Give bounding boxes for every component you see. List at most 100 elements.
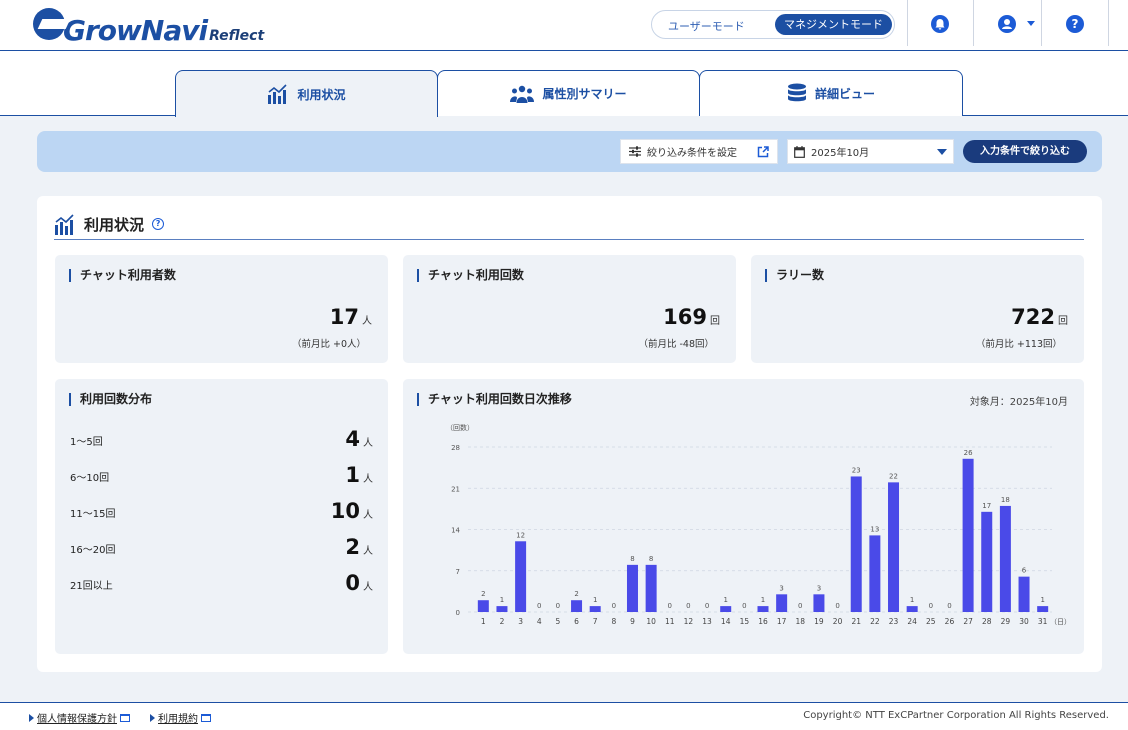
bar <box>496 606 508 612</box>
bar <box>720 606 732 612</box>
data-label: 1 <box>761 596 765 604</box>
daily-chat-chart-panel: チャット利用回数日次推移 対象月：2025年10月 （回数） 0 7 14 21 28 2 1… <box>403 379 1084 654</box>
x-tick-label: 16 <box>758 617 768 626</box>
x-tick-label: 23 <box>889 617 899 626</box>
data-label: 8 <box>630 555 634 563</box>
data-label: 8 <box>649 555 653 563</box>
header-divider <box>907 0 908 46</box>
section-header: 利用状況 ? <box>54 213 165 235</box>
help-icon[interactable]: ? <box>1066 15 1084 33</box>
data-label: 0 <box>835 602 839 610</box>
y-tick-label: 7 <box>456 568 460 576</box>
stat-comparison: （前月比 -48回） <box>638 339 714 350</box>
stat-comparison: （前月比 +0人） <box>291 339 366 350</box>
arrow-right-icon <box>29 713 34 722</box>
stat-comparison: （前月比 +113回） <box>975 339 1062 350</box>
bar <box>888 482 900 612</box>
stat-value: 169 回 <box>663 305 720 329</box>
privacy-policy-link[interactable]: 個人情報保護方針 <box>29 710 130 725</box>
apply-filter-button[interactable]: 入力条件で絞り込む <box>963 140 1087 163</box>
chart-icon <box>55 214 74 235</box>
external-link-icon <box>757 145 769 157</box>
users-icon <box>510 85 535 103</box>
usage-card: 利用状況 ? チャット利用者数 17 人 （前月比 +0人） チャット利用回数 … <box>37 196 1102 672</box>
distribution-row: 6〜10回 1人 <box>70 463 373 487</box>
y-axis-label: （回数） <box>446 423 474 432</box>
user-mode-button[interactable]: ユーザーモード <box>668 18 745 34</box>
month-select-value: 2025年10月 <box>811 148 870 159</box>
data-label: 13 <box>870 525 879 533</box>
sliders-icon <box>629 146 641 157</box>
x-tick-label: 24 <box>907 617 917 626</box>
data-label: 0 <box>705 602 709 610</box>
grownavi-logo[interactable]: GrowNavi Reflect <box>33 8 264 47</box>
data-label: 26 <box>964 449 973 457</box>
x-tick-label: 30 <box>1019 617 1029 626</box>
stat-value: 722 回 <box>1011 305 1068 329</box>
bar <box>589 606 601 612</box>
bar <box>999 505 1011 612</box>
tab-usage[interactable]: 利用状況 <box>175 70 438 117</box>
management-mode-button[interactable]: マネジメントモード <box>775 14 892 35</box>
page-title: 利用状況 <box>84 215 145 234</box>
bell-icon[interactable] <box>931 15 949 33</box>
daily-usage-bar-chart: （回数）071421282112123040526170889810011012… <box>446 423 1071 626</box>
filter-bar: 絞り込み条件を設定 2025年10月 入力条件で絞り込む <box>37 131 1102 172</box>
data-label: 18 <box>1001 496 1010 504</box>
copyright-text: Copyright© NTT ExCPartner Corporation Al… <box>803 710 1109 721</box>
x-tick-label: 17 <box>777 617 787 626</box>
external-window-icon <box>201 713 211 722</box>
x-tick-label: 13 <box>702 617 712 626</box>
data-label: 1 <box>910 596 914 604</box>
x-tick-label: 27 <box>963 617 973 626</box>
x-tick-label: 8 <box>611 617 616 626</box>
data-label: 0 <box>947 602 951 610</box>
data-label: 0 <box>686 602 690 610</box>
tab-attribute-summary[interactable]: 属性別サマリー <box>437 70 700 116</box>
bar <box>906 606 918 612</box>
x-tick-label: 26 <box>945 617 955 626</box>
arrow-right-icon <box>150 713 155 722</box>
data-label: 0 <box>537 602 541 610</box>
x-tick-label: 22 <box>870 617 880 626</box>
chart-icon <box>268 84 288 104</box>
stat-card-chat-users: チャット利用者数 17 人 （前月比 +0人） <box>55 255 388 363</box>
month-select[interactable]: 2025年10月 <box>787 139 954 164</box>
data-label: 0 <box>668 602 672 610</box>
header-divider <box>1041 0 1042 46</box>
x-tick-label: 31 <box>1038 617 1048 626</box>
data-label: 3 <box>817 584 821 592</box>
bar <box>1018 576 1030 612</box>
x-tick-label: 4 <box>537 617 542 626</box>
bar <box>571 600 583 612</box>
chevron-down-icon[interactable] <box>1027 21 1035 26</box>
bar <box>515 541 527 612</box>
tab-bar: 利用状況 属性別サマリー 詳細ビュー <box>0 51 1128 117</box>
bar <box>981 511 993 612</box>
x-tick-label: 10 <box>646 617 656 626</box>
tab-detail-view[interactable]: 詳細ビュー <box>699 70 963 116</box>
data-label: 0 <box>929 602 933 610</box>
data-label: 0 <box>798 602 802 610</box>
bar <box>477 600 489 612</box>
bar <box>813 594 825 612</box>
stat-title: チャット利用者数 <box>69 269 176 282</box>
filter-condition-button[interactable]: 絞り込み条件を設定 <box>620 139 778 164</box>
terms-link[interactable]: 利用規約 <box>150 710 211 725</box>
x-tick-label: 12 <box>684 617 694 626</box>
data-label: 12 <box>516 531 525 539</box>
x-axis-label: （日） <box>1050 618 1071 626</box>
chevron-down-icon <box>937 148 947 155</box>
x-tick-label: 3 <box>518 617 523 626</box>
user-icon[interactable] <box>998 15 1016 33</box>
help-icon[interactable]: ? <box>152 218 165 230</box>
bar <box>962 458 974 612</box>
x-tick-label: 21 <box>851 617 861 626</box>
x-tick-label: 14 <box>721 617 731 626</box>
stat-card-rally-count: ラリー数 722 回 （前月比 +113回） <box>751 255 1084 363</box>
bar <box>757 606 769 612</box>
stat-title: チャット利用回数 <box>417 269 524 282</box>
x-tick-label: 1 <box>481 617 486 626</box>
x-tick-label: 29 <box>1001 617 1011 626</box>
header-divider <box>973 0 974 46</box>
